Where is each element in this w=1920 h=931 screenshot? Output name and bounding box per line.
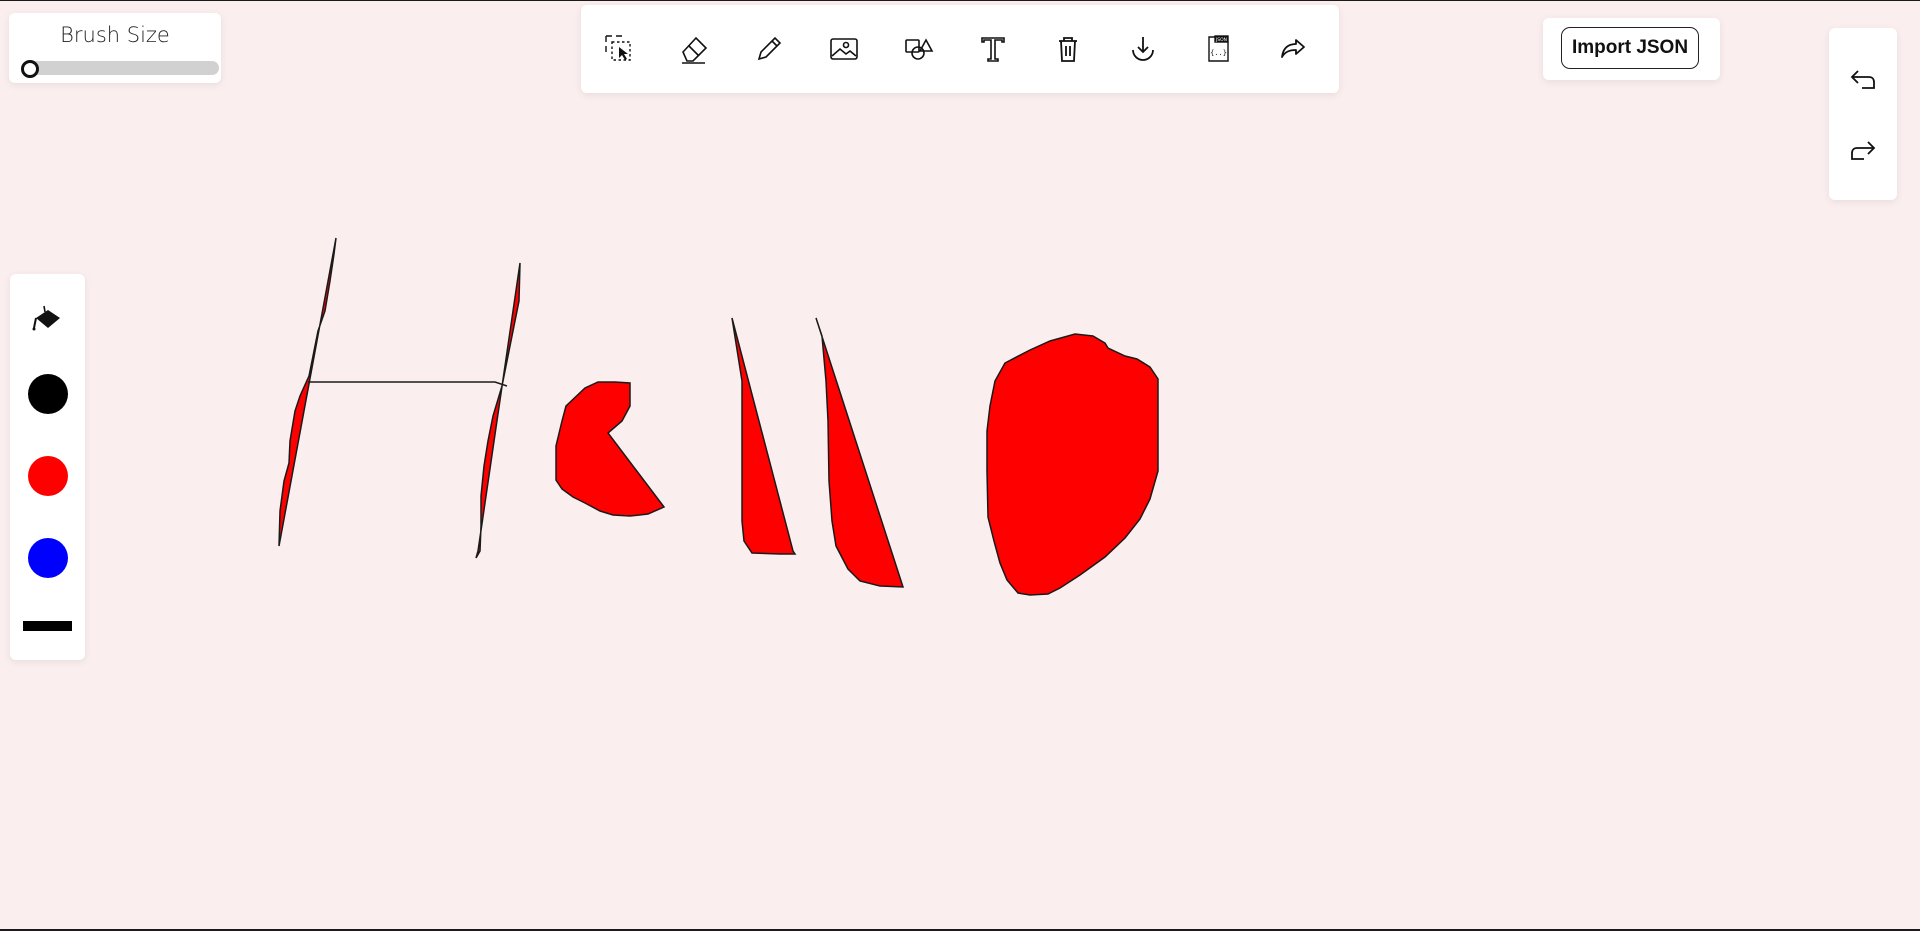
fill-tool-button[interactable] (26, 296, 70, 340)
trash-icon (1059, 37, 1078, 62)
paint-bucket-icon (32, 305, 60, 331)
svg-text:{..}: {..} (1210, 49, 1227, 57)
main-toolbar: JSON {..} (581, 5, 1339, 93)
eraser-icon (681, 36, 708, 64)
brush-size-label: Brush Size (60, 23, 170, 47)
delete-tool-button[interactable] (1045, 26, 1091, 72)
color-swatch-black[interactable] (27, 374, 68, 414)
share-tool-button[interactable] (1270, 26, 1316, 72)
redo-button[interactable] (1843, 130, 1883, 170)
import-json-button[interactable]: Import JSON (1561, 27, 1699, 69)
stroke-l-first (731, 317, 797, 555)
svg-text:JSON: JSON (1215, 37, 1227, 43)
image-tool-button[interactable] (821, 26, 867, 72)
stroke-e (555, 381, 666, 517)
history-panel (1829, 28, 1897, 200)
eraser-tool-button[interactable] (671, 26, 717, 72)
drawing-canvas[interactable] (0, 1, 1920, 931)
selection-icon (605, 35, 631, 61)
stroke-width-button[interactable] (23, 621, 72, 631)
stroke-h-right (475, 262, 521, 559)
download-tool-button[interactable] (1120, 26, 1166, 72)
json-file-icon: JSON {..} (1208, 35, 1229, 62)
pencil-icon (757, 36, 781, 61)
download-icon (1132, 37, 1155, 61)
color-palette (10, 274, 85, 660)
brush-size-thumb[interactable] (21, 60, 39, 78)
color-swatch-blue[interactable] (27, 538, 68, 578)
undo-button[interactable] (1843, 59, 1883, 99)
export-json-tool-button[interactable]: JSON {..} (1195, 26, 1241, 72)
stroke-h-left (278, 237, 337, 547)
color-swatch-red[interactable] (27, 456, 68, 496)
brush-size-panel: Brush Size (9, 13, 221, 83)
import-panel: Import JSON (1543, 18, 1720, 80)
pencil-tool-button[interactable] (746, 26, 792, 72)
stroke-o (986, 333, 1159, 596)
redo-icon (1851, 140, 1876, 160)
image-icon (829, 38, 858, 60)
share-icon (1280, 39, 1305, 58)
shapes-tool-button[interactable] (896, 26, 942, 72)
brush-size-slider[interactable] (21, 60, 219, 78)
whiteboard-app: Brush Size JSON {..} Import JSON (0, 0, 1920, 931)
select-tool-button[interactable] (596, 26, 642, 72)
shapes-icon (904, 38, 933, 60)
undo-icon (1850, 69, 1875, 89)
stroke-h-crossbar (308, 381, 508, 387)
text-tool-button[interactable] (970, 26, 1016, 72)
text-icon (981, 37, 1006, 62)
stroke-l-second (815, 317, 905, 588)
